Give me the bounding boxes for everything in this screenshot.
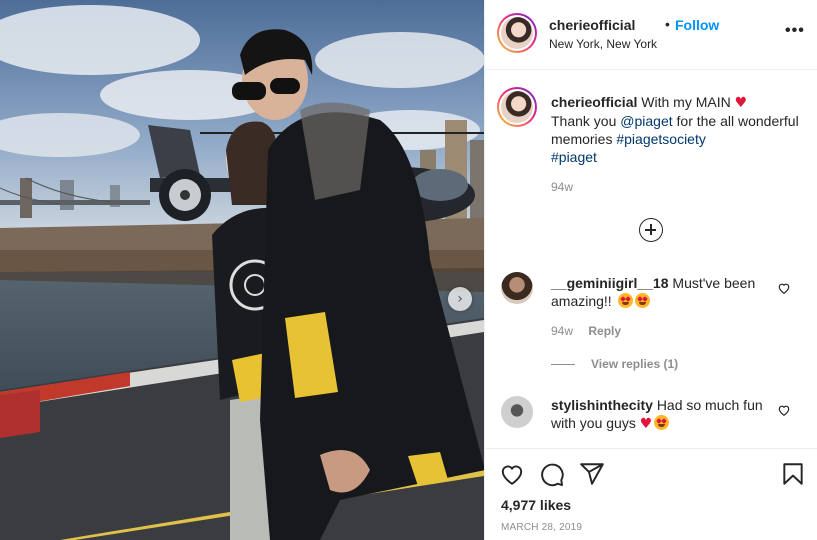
more-options-icon[interactable]: ••• — [785, 22, 805, 40]
reply-button[interactable]: Reply — [588, 324, 621, 338]
likes-count[interactable]: 4,977 likes — [501, 497, 571, 513]
mention-link[interactable]: @piaget — [620, 113, 672, 129]
star-struck-emoji-icon — [617, 293, 633, 308]
comment-body: __geminiigirl__18 Must've been amazing!! — [551, 274, 777, 310]
caption-thank: Thank you — [551, 113, 617, 129]
heart-emoji-icon: ♥ — [734, 95, 748, 111]
chevron-right-icon: › — [457, 291, 463, 307]
post-actions: 4,977 likes MARCH 28, 2019 — [485, 448, 817, 540]
follow-button[interactable]: Follow — [675, 17, 719, 33]
post-side-panel: cherieofficial • Follow New York, New Yo… — [484, 0, 817, 540]
commenter-username[interactable]: __geminiigirl__18 — [551, 275, 669, 291]
caption-line-1: With my MAIN — [641, 94, 731, 110]
author-username[interactable]: cherieofficial — [549, 17, 635, 33]
divider-line — [551, 364, 575, 366]
caption-username[interactable]: cherieofficial — [551, 94, 637, 110]
paper-plane-icon[interactable] — [579, 461, 605, 487]
comment-body: stylishinthecity Had so much fun with yo… — [551, 396, 777, 433]
heart-icon[interactable] — [499, 461, 525, 487]
hashtag-link[interactable]: #piaget — [551, 149, 597, 165]
caption-avatar[interactable] — [497, 87, 537, 127]
like-comment-heart-icon[interactable] — [777, 281, 791, 295]
like-comment-heart-icon[interactable] — [777, 403, 791, 417]
comment-meta: 94w Reply — [551, 324, 621, 338]
commenter-avatar[interactable] — [501, 272, 533, 304]
caption-text: cherieofficial With my MAIN ♥ Thank you … — [551, 93, 801, 166]
author-avatar[interactable] — [497, 13, 537, 53]
bookmark-icon[interactable] — [780, 461, 806, 487]
view-replies-button[interactable]: View replies (1) — [551, 357, 678, 371]
hashtag-link[interactable]: #piagetsociety — [616, 131, 706, 147]
post-header: cherieofficial • Follow New York, New Yo… — [485, 0, 817, 70]
commenter-avatar[interactable] — [501, 396, 533, 428]
separator-dot: • — [665, 16, 670, 32]
next-photo-button[interactable]: › — [448, 287, 472, 311]
star-struck-emoji-icon — [654, 415, 670, 430]
post-location[interactable]: New York, New York — [549, 37, 657, 51]
view-replies-label: View replies (1) — [591, 357, 679, 371]
caption-timestamp[interactable]: 94w — [551, 180, 573, 194]
post-photo: › — [0, 0, 484, 540]
comment-timestamp[interactable]: 94w — [551, 324, 573, 338]
comment-icon[interactable] — [539, 461, 565, 487]
commenter-username[interactable]: stylishinthecity — [551, 397, 653, 413]
photo-scene — [0, 0, 484, 540]
heart-emoji-icon: ♥ — [639, 416, 653, 432]
star-struck-emoji-icon — [634, 293, 650, 308]
post-date[interactable]: MARCH 28, 2019 — [501, 522, 582, 533]
load-more-comments-button[interactable] — [639, 218, 663, 242]
